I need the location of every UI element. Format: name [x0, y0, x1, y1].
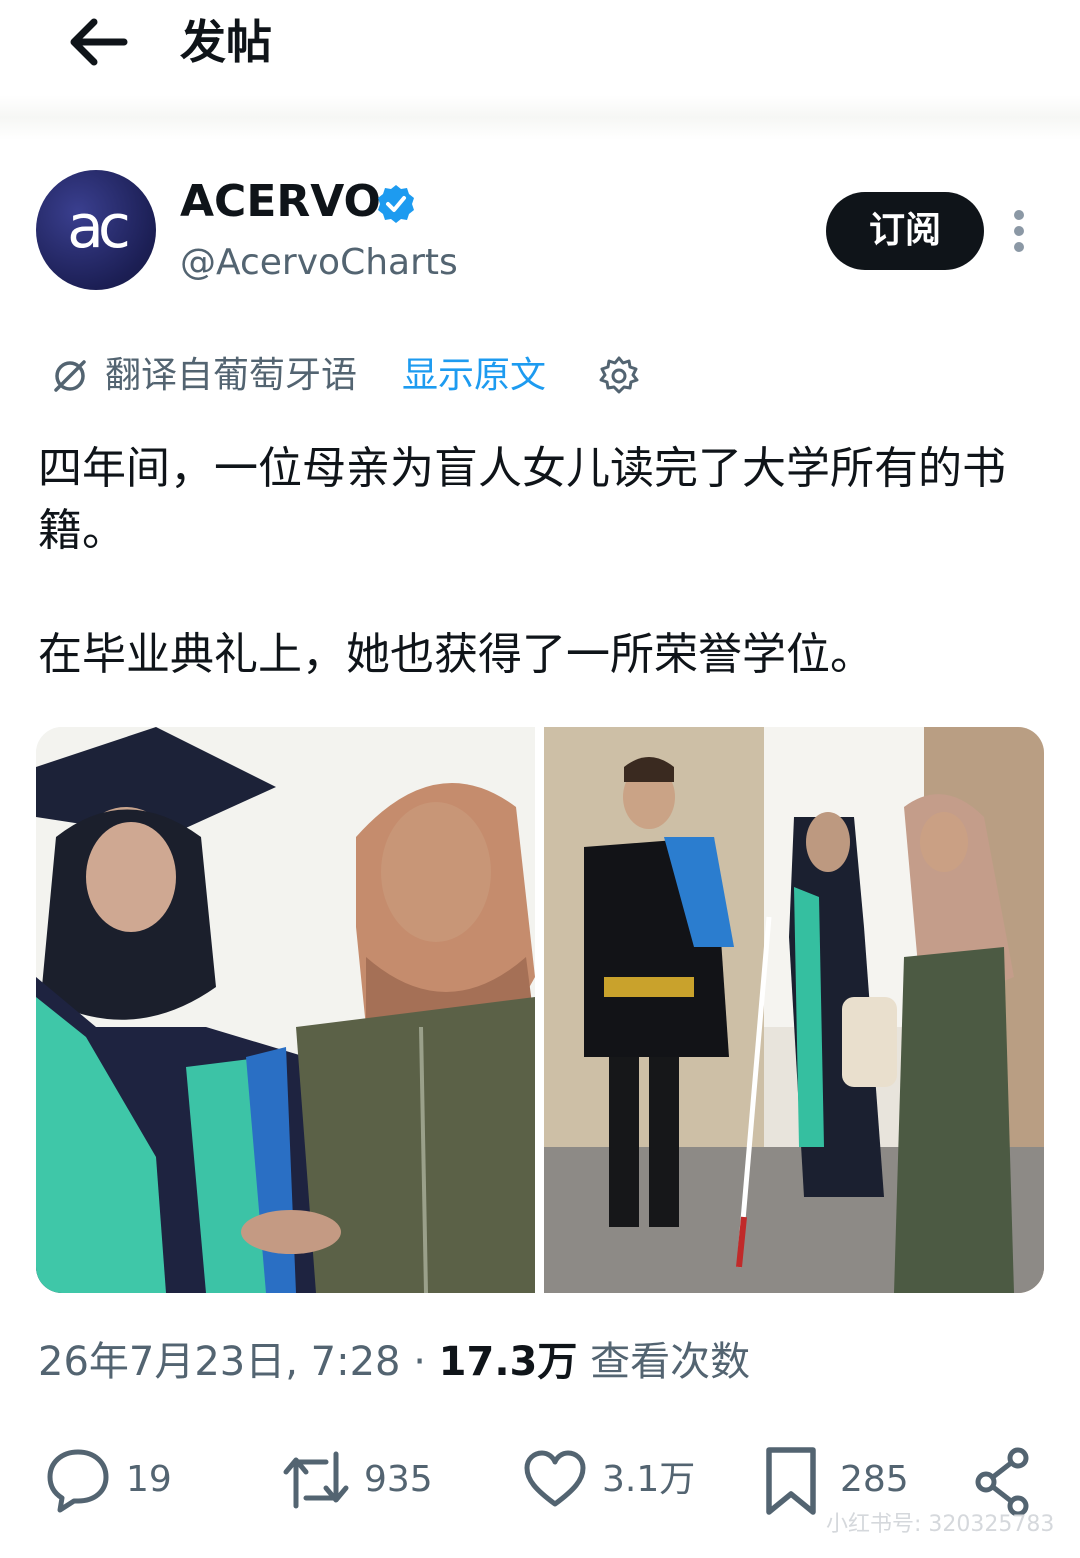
gear-icon[interactable]: [597, 354, 641, 398]
post-body: 四年间，一位母亲为盲人女儿读完了大学所有的书籍。 在毕业典礼上，她也获得了一所荣…: [38, 438, 1038, 686]
bookmark-icon: [766, 1447, 816, 1515]
media-gallery: [36, 727, 1044, 1293]
author-name[interactable]: ACERVO: [180, 176, 381, 228]
translation-label: 翻译自葡萄牙语: [105, 355, 358, 396]
post-meta: 26年7月23日, 7:28 · 17.3万 查看次数: [38, 1332, 750, 1392]
post-detail-page: 发帖 ac ACERVO @AcervoCharts 订阅 翻译自葡萄牙语 显示…: [0, 0, 1080, 1558]
post-paragraph: 在毕业典礼上，她也获得了一所荣誉学位。: [38, 629, 874, 680]
post-timestamp: 26年7月23日, 7:28 ·: [38, 1339, 439, 1385]
repost-button[interactable]: 935: [280, 1440, 440, 1520]
translate-icon: [54, 360, 86, 392]
reply-icon: [47, 1449, 109, 1513]
watermark: 小红书号: 320325783: [826, 1512, 1055, 1537]
like-icon: [524, 1450, 586, 1507]
header-divider: [0, 95, 1080, 140]
photo-graduate-and-mother[interactable]: [36, 727, 535, 1293]
avatar-logo-text: ac: [67, 192, 131, 262]
back-button[interactable]: [62, 12, 132, 72]
like-count: 3.1万: [602, 1459, 696, 1500]
subscribe-button[interactable]: 订阅: [826, 192, 984, 270]
repost-icon: [283, 1451, 349, 1509]
photo-ceremony-stage[interactable]: [544, 727, 1044, 1293]
reply-button[interactable]: 19: [44, 1440, 184, 1520]
like-button[interactable]: 3.1万: [522, 1440, 696, 1520]
view-count: 17.3万: [438, 1339, 578, 1385]
repost-count: 935: [364, 1459, 433, 1500]
back-arrow-icon: [70, 18, 128, 66]
view-count-label: 查看次数: [577, 1339, 751, 1385]
verified-badge-icon: [378, 185, 414, 223]
author-handle[interactable]: @AcervoCharts: [180, 240, 458, 286]
reply-count: 19: [126, 1459, 172, 1500]
translation-bar: 翻译自葡萄牙语 显示原文: [50, 348, 750, 404]
top-bar: 发帖: [0, 0, 1080, 90]
more-options-icon[interactable]: [1004, 208, 1034, 254]
show-original-link[interactable]: 显示原文: [402, 348, 546, 404]
page-title: 发帖: [180, 15, 272, 69]
bookmark-count: 285: [840, 1459, 909, 1500]
post-paragraph: 四年间，一位母亲为盲人女儿读完了大学所有的书籍。: [38, 443, 1006, 556]
avatar[interactable]: ac: [36, 170, 156, 290]
